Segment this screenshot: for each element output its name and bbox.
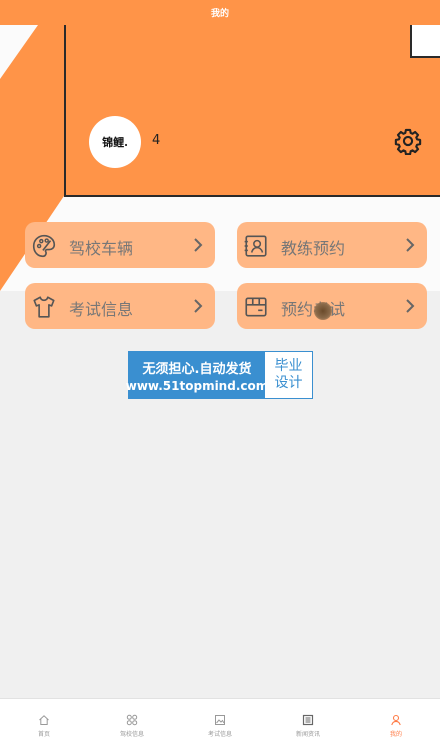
- menu-label: 预约考试: [281, 300, 346, 319]
- image-icon: [215, 715, 225, 725]
- tab-label: 首页: [37, 731, 50, 738]
- avatar[interactable]: 锦鲤.: [89, 116, 141, 168]
- tab-driving-school-info[interactable]: 驾校信息: [88, 699, 176, 751]
- menu-label: 教练预约: [281, 239, 346, 258]
- tab-label: 新闻资讯: [295, 731, 320, 738]
- id-card-icon: [244, 235, 267, 257]
- watermark-line1: 无须担心.自动发货: [142, 361, 252, 377]
- chevron-right-icon: [406, 238, 415, 252]
- home-icon: [39, 715, 49, 725]
- watermark-right: 毕业 设计: [265, 352, 312, 398]
- menu-card-exam-info[interactable]: 考试信息: [25, 283, 215, 329]
- chevron-right-icon: [406, 299, 415, 313]
- tab-label: 我的: [389, 731, 402, 738]
- hero-decoration-notch: [410, 25, 440, 58]
- watermark-banner: 无须担心.自动发货 www.51topmind.com 毕业 设计: [126, 351, 313, 399]
- avatar-text: 锦鲤.: [102, 136, 128, 149]
- page-title: 我的: [0, 0, 440, 25]
- tab-news[interactable]: 新闻资讯: [264, 699, 352, 751]
- username: 4: [152, 133, 161, 148]
- tab-mine[interactable]: 我的: [352, 699, 440, 751]
- palette-icon: [32, 234, 56, 258]
- newspaper-icon: [302, 714, 314, 726]
- menu-card-book-exam[interactable]: 预约考试: [237, 283, 427, 329]
- tab-label: 驾校信息: [119, 731, 144, 738]
- watermark-badge2: 设计: [274, 375, 303, 391]
- menu-card-driving-school-vehicles[interactable]: 驾校车辆: [25, 222, 215, 268]
- tab-exam-info[interactable]: 考试信息: [176, 699, 264, 751]
- hero-decoration-right: [64, 25, 440, 197]
- package-icon: [245, 297, 267, 317]
- cursor-indicator: [314, 302, 332, 320]
- chevron-right-icon: [194, 299, 203, 313]
- watermark-badge1: 毕业: [274, 358, 303, 374]
- tab-label: 考试信息: [207, 731, 232, 738]
- menu-label: 考试信息: [69, 300, 134, 319]
- gear-icon[interactable]: [394, 127, 422, 155]
- menu-label: 驾校车辆: [69, 239, 134, 258]
- chevron-right-icon: [194, 238, 203, 252]
- person-icon: [391, 714, 401, 726]
- grid-icon: [126, 714, 138, 726]
- menu-card-coach-appointment[interactable]: 教练预约: [237, 222, 427, 268]
- watermark-line2: www.51topmind.com: [125, 378, 269, 393]
- watermark-left: 无须担心.自动发货 www.51topmind.com: [126, 352, 268, 398]
- shirt-icon: [33, 296, 55, 318]
- bottom-tab-bar: 首页 驾校信息 考试信息 新闻资讯 我的: [0, 698, 440, 751]
- tab-home[interactable]: 首页: [0, 699, 88, 751]
